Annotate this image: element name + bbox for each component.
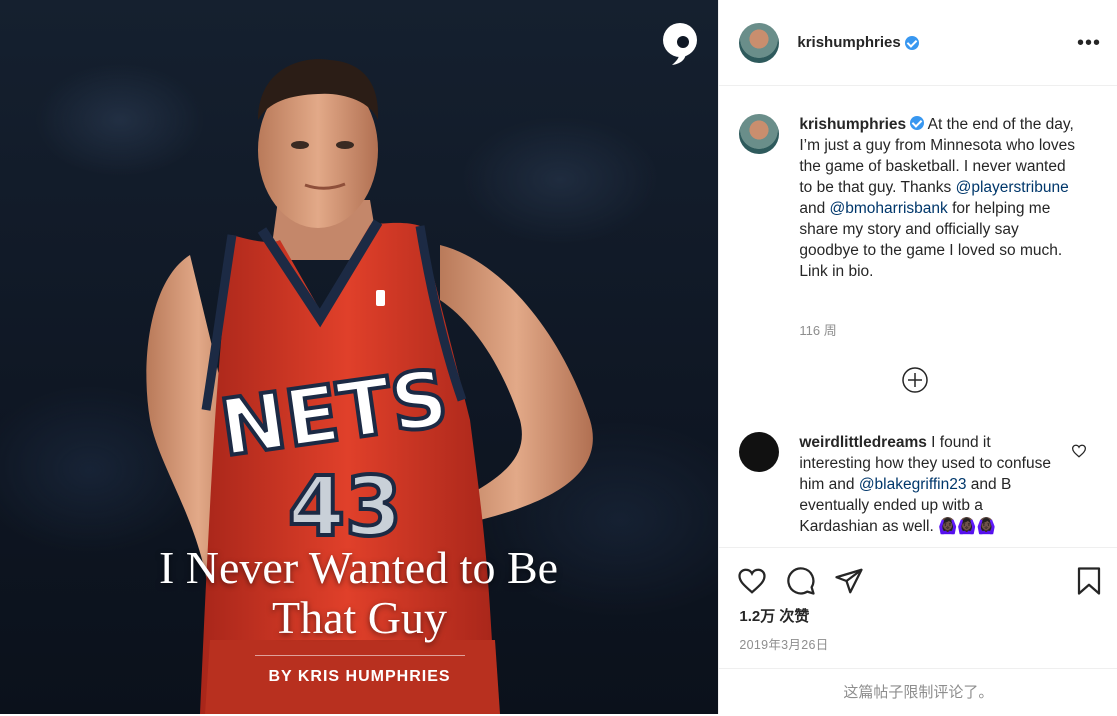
post-image[interactable]: NETS 43 I Never Wanted to Be That Guy BY…: [0, 0, 719, 714]
verified-badge-icon: [904, 35, 919, 50]
mention-link[interactable]: @bmoharrisbank: [830, 200, 948, 217]
header-username[interactable]: krishumphries: [797, 34, 900, 51]
comment-text: weirdlittledreams I found it interesting…: [799, 432, 1054, 537]
headline-line-2: That Guy: [271, 592, 447, 643]
caption-avatar[interactable]: [739, 114, 780, 154]
more-options-icon[interactable]: •••: [1077, 32, 1101, 55]
avatar[interactable]: [739, 22, 780, 63]
paper-plane-icon[interactable]: [834, 566, 864, 596]
heart-outline-icon[interactable]: [1071, 444, 1087, 458]
comment-item: weirdlittledreams I found it interesting…: [739, 432, 1054, 537]
mention-link[interactable]: @blakegriffin23: [859, 476, 967, 493]
comments-area[interactable]: krishumphries At the end of the day, I’m…: [719, 87, 1117, 547]
nba-logo: [376, 290, 385, 306]
plus-circle-icon[interactable]: [902, 367, 929, 393]
action-bar: 1.2万 次赞 2019年3月26日 这篇帖子限制评论了。: [719, 547, 1117, 715]
jersey-number: 43: [288, 460, 402, 555]
caption-text-2: and: [799, 200, 830, 217]
byline: BY KRIS HUMPHRIES: [268, 668, 451, 685]
heart-icon[interactable]: [737, 566, 767, 596]
comment-username[interactable]: weirdlittledreams: [799, 434, 927, 451]
post-header: krishumphries •••: [719, 0, 1117, 86]
caption-time[interactable]: 116 周: [799, 320, 836, 339]
quote-icon: [663, 23, 697, 65]
comment-icon[interactable]: [786, 566, 816, 596]
comments-limited-notice: 这篇帖子限制评论了。: [719, 668, 1117, 716]
byline-divider: [255, 655, 465, 656]
headline-line-1: I Never Wanted to Be: [158, 542, 559, 593]
like-count[interactable]: 1.2万 次赞: [739, 605, 809, 626]
bookmark-icon[interactable]: [1074, 566, 1104, 596]
comment-avatar[interactable]: [739, 432, 780, 472]
post-date[interactable]: 2019年3月26日: [739, 634, 828, 653]
caption-text: krishumphries At the end of the day, I’m…: [799, 114, 1079, 282]
post-side-panel: krishumphries ••• krishumphries At the e…: [718, 0, 1117, 714]
instagram-post: NETS 43 I Never Wanted to Be That Guy BY…: [0, 0, 1117, 714]
verified-badge-icon: [910, 116, 925, 130]
comment-emoji: 🙆🏿‍♀️🙆🏿‍♀️🙆🏿‍♀️: [938, 518, 996, 535]
mention-link[interactable]: @playerstribune: [956, 179, 1069, 196]
caption: krishumphries At the end of the day, I’m…: [739, 114, 1079, 282]
caption-username[interactable]: krishumphries: [799, 116, 906, 133]
